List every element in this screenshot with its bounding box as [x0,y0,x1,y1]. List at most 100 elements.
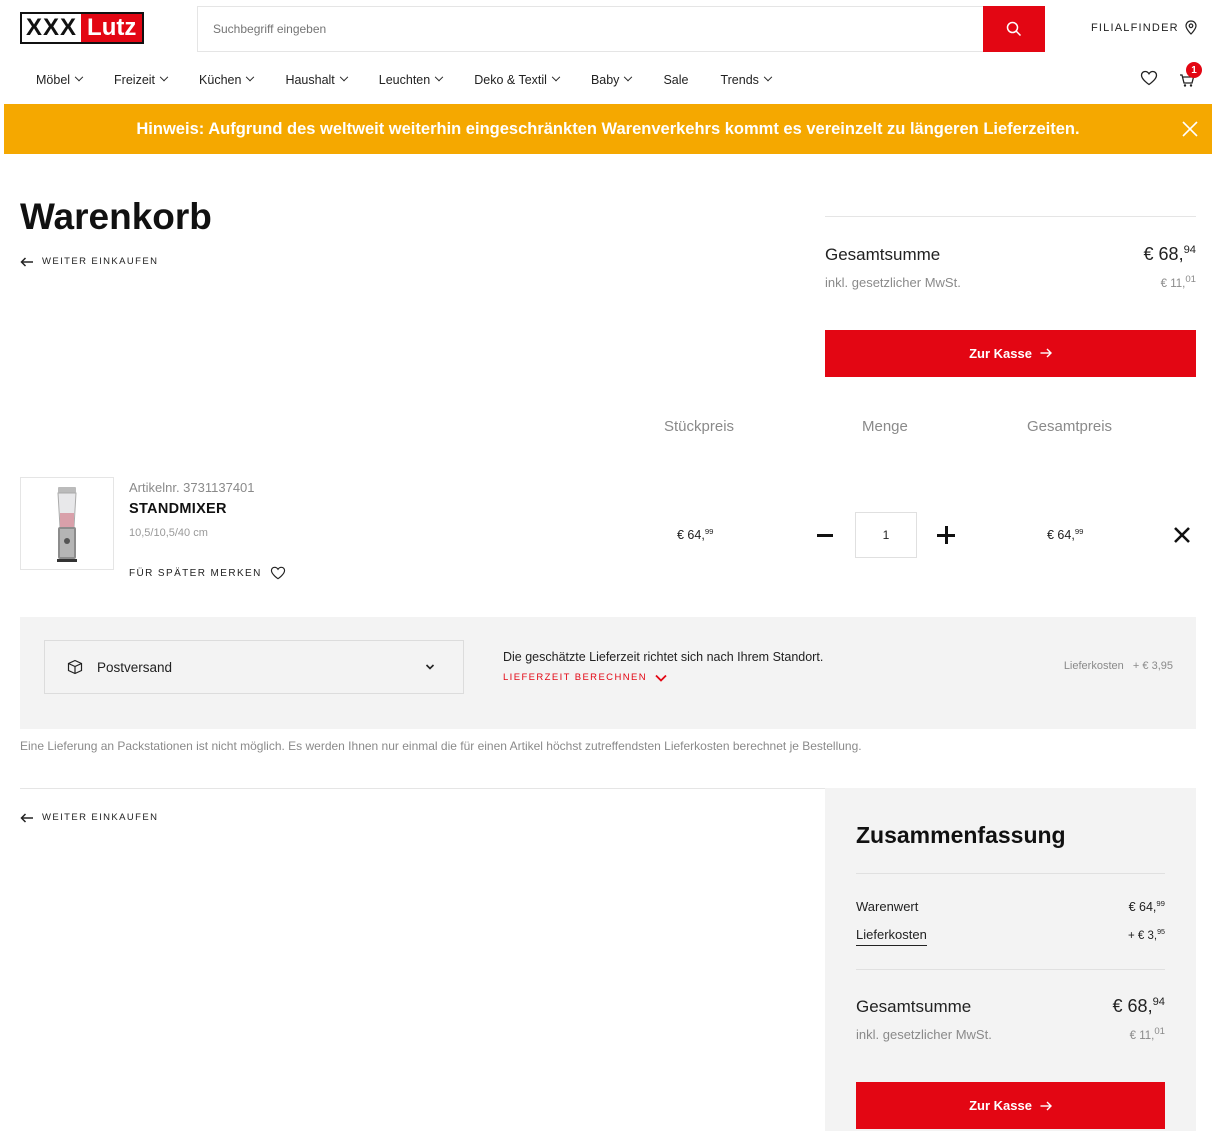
price-cents: 99 [1074,527,1084,536]
shipping-section: Postversand Die geschätzte Lieferzeit ri… [20,617,1196,729]
search-icon [1006,21,1022,37]
product-image[interactable] [20,477,114,570]
arrow-left-icon [20,812,33,823]
save-for-later-link[interactable]: FÜR SPÄTER MERKEN [129,566,286,580]
unit-price: € 64,99 [677,527,713,542]
cart-count-badge: 1 [1186,62,1202,78]
price-cents: 94 [1183,244,1196,256]
total-label: Gesamtsumme [825,245,941,264]
checkout-button-bottom[interactable]: Zur Kasse [856,1082,1165,1129]
total-price: € 68,94 [1144,244,1196,265]
shipping-method-select[interactable]: Postversand [44,640,464,694]
logo-lutz: Lutz [81,14,143,42]
continue-shopping-label: WEITER EINKAUFEN [42,256,159,267]
delivery-cost-link[interactable]: Lieferkosten [856,927,927,946]
delivery-cost-value: + € 3,95 [1128,928,1165,942]
price-cents: 01 [1154,1026,1165,1037]
nav-item-trends[interactable]: Trends [720,72,773,87]
nav-label: Baby [590,73,620,87]
checkout-button-top[interactable]: Zur Kasse [825,329,1196,377]
nav-label: Sale [663,73,689,87]
search-input[interactable] [198,9,978,49]
blender-icon [57,486,77,562]
order-summary: Zusammenfassung Warenwert € 64,99 Liefer… [825,788,1196,1131]
nav-item-haushalt[interactable]: Haushalt [285,72,349,87]
close-icon[interactable] [1180,119,1200,139]
price-main: € 11, [1129,1029,1155,1042]
main-navigation: Möbel Freizeit Küchen Haushalt Leuchten … [20,70,803,90]
nav-label: Küchen [199,73,242,87]
nav-label: Haushalt [285,73,335,87]
checkout-label: Zur Kasse [969,345,1032,361]
notice-banner: Hinweis: Aufgrund des weltweit weiterhin… [4,104,1212,154]
shipping-method-label: Postversand [97,659,173,675]
price-main: € 64, [1047,528,1075,543]
grand-total-row: Gesamtsumme € 68,94 [856,996,1165,1017]
checkout-label: Zur Kasse [969,1098,1032,1113]
price-main: € 64, [677,528,705,543]
nav-label: Leuchten [378,73,431,87]
price-main: € 11, [1160,277,1186,290]
continue-shopping-label: WEITER EINKAUFEN [42,812,159,823]
goods-value-label: Warenwert [856,899,919,915]
nav-label: Freizeit [114,73,156,87]
quantity-input[interactable]: 1 [855,512,917,558]
continue-shopping-link[interactable]: WEITER EINKAUFEN [20,256,158,267]
heart-icon[interactable] [1140,70,1158,86]
column-header-quantity: Menge [862,418,908,435]
quantity-increase-button[interactable] [937,526,955,544]
shipping-note: Eine Lieferung an Packstationen ist nich… [20,739,862,753]
vat-value: € 11,01 [1130,1026,1165,1042]
brand-logo[interactable]: XXX Lutz [20,12,145,44]
chevron-down-icon [425,664,435,670]
save-for-later-label: FÜR SPÄTER MERKEN [129,567,262,579]
price-cents: 95 [1157,928,1165,937]
notice-text: Hinweis: Aufgrund des weltweit weiterhin… [136,119,1080,138]
price-main: € 68, [1112,996,1153,1016]
price-cents: 99 [704,527,714,536]
product-name[interactable]: STANDMIXER [129,501,227,517]
vat-label: inkl. gesetzlicher MwSt. [825,274,961,290]
nav-item-moebel[interactable]: Möbel [36,72,84,87]
search-button[interactable] [983,6,1045,52]
goods-value: € 64,99 [1129,899,1165,914]
logo-xxx: XXX [22,14,82,42]
divider [856,873,1165,874]
quantity-decrease-button[interactable] [817,534,833,537]
grand-vat-row: inkl. gesetzlicher MwSt. € 11,01 [856,1026,1165,1042]
summary-title: Zusammenfassung [856,822,1066,848]
continue-shopping-link-bottom[interactable]: WEITER EINKAUFEN [20,812,158,823]
nav-label: Trends [720,73,759,87]
nav-item-sale[interactable]: Sale [663,73,688,87]
nav-item-freizeit[interactable]: Freizeit [114,72,169,87]
vat-label: inkl. gesetzlicher MwSt. [856,1026,992,1042]
nav-item-baby[interactable]: Baby [590,72,633,87]
article-number: Artikelnr. 3731137401 [129,480,255,495]
calculate-delivery-link[interactable]: LIEFERZEIT BERECHNEN [503,672,667,683]
chevron-down-icon [434,72,444,82]
remove-item-button[interactable] [1173,526,1191,544]
store-finder-label: FILIALFINDER [1091,21,1179,34]
total-row: Gesamtsumme € 68,94 [825,244,1196,265]
chevron-down-icon [246,72,255,82]
calculate-delivery-label: LIEFERZEIT BERECHNEN [503,672,647,683]
nav-label: Möbel [36,73,71,87]
chevron-down-icon [655,674,667,682]
summary-top: Gesamtsumme € 68,94 inkl. gesetzlicher M… [825,216,1196,377]
nav-item-kuechen[interactable]: Küchen [199,72,255,87]
nav-item-deko-textil[interactable]: Deko & Textil [474,72,561,87]
item-total-price: € 64,99 [1047,527,1083,542]
chevron-down-icon [763,72,773,82]
store-finder-link[interactable]: FILIALFINDER [1091,20,1197,35]
vat-value: € 11,01 [1161,274,1196,290]
chevron-down-icon [74,72,84,82]
site-header: XXX Lutz FILIALFINDER Möbel Freizeit Küc… [0,0,1212,104]
price-cents: 94 [1152,996,1165,1008]
price-main: + € 3, [1127,930,1158,942]
nav-item-leuchten[interactable]: Leuchten [378,72,444,87]
delivery-time-info: Die geschätzte Lieferzeit richtet sich n… [503,650,824,664]
search-bar [197,6,1045,52]
goods-value-row: Warenwert € 64,99 [856,899,1165,914]
shipping-cost: Lieferkosten + € 3,95 [1064,660,1173,672]
price-main: € 64, [1128,900,1157,915]
